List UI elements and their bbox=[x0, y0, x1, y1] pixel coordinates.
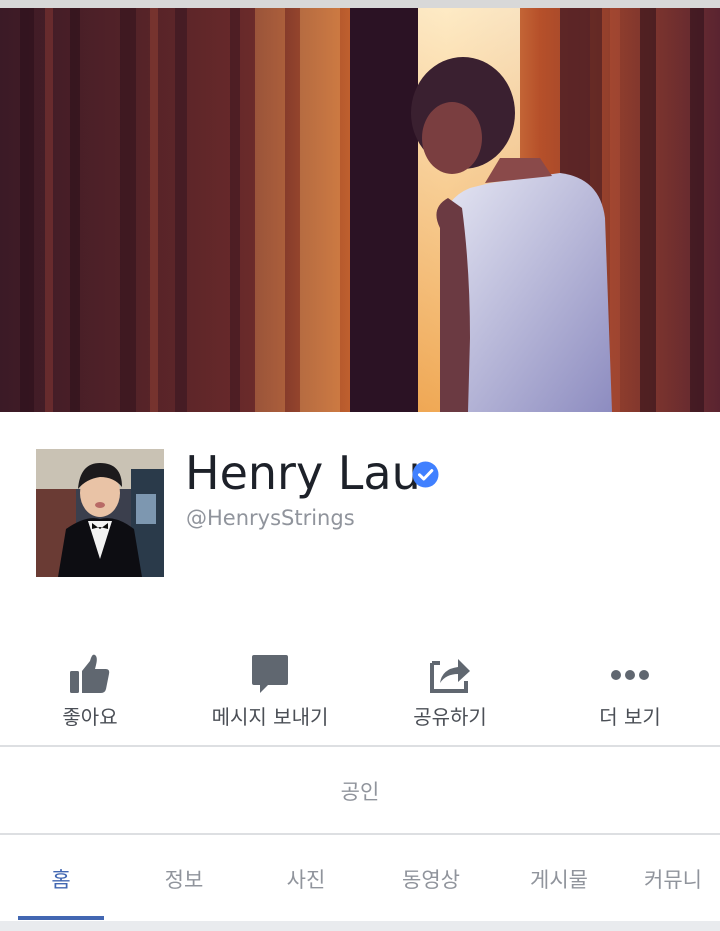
message-icon bbox=[246, 649, 294, 697]
share-button-label: 공유하기 bbox=[413, 705, 487, 729]
tab-community[interactable]: 커뮤니 bbox=[644, 864, 720, 904]
send-message-button[interactable]: 메시지 보내기 bbox=[180, 645, 360, 735]
active-tab-indicator bbox=[18, 916, 104, 920]
tab-home[interactable]: 홈 bbox=[18, 864, 104, 904]
tab-posts[interactable]: 게시물 bbox=[514, 864, 604, 904]
page-category: 공인 bbox=[340, 780, 380, 804]
profile-picture[interactable] bbox=[36, 449, 164, 577]
cover-photo[interactable] bbox=[0, 8, 720, 412]
like-button-label: 좋아요 bbox=[62, 705, 118, 729]
profile-picture-image bbox=[36, 449, 164, 577]
send-message-button-label: 메시지 보내기 bbox=[211, 705, 329, 729]
top-strip bbox=[0, 0, 720, 8]
bottom-strip bbox=[0, 921, 720, 931]
tab-videos[interactable]: 동영상 bbox=[386, 864, 476, 904]
more-icon bbox=[606, 649, 654, 697]
page-name: Henry Lau bbox=[185, 446, 421, 500]
page-handle: @HenrysStrings bbox=[186, 506, 355, 530]
like-button[interactable]: 좋아요 bbox=[0, 645, 180, 735]
thumbs-up-icon bbox=[66, 649, 114, 697]
cover-photo-image bbox=[0, 8, 720, 412]
divider bbox=[0, 833, 720, 835]
more-button-label: 더 보기 bbox=[599, 705, 661, 729]
verified-badge-icon bbox=[412, 461, 439, 488]
more-button[interactable]: 더 보기 bbox=[540, 645, 720, 735]
tab-about[interactable]: 정보 bbox=[140, 864, 228, 904]
tab-photos[interactable]: 사진 bbox=[262, 864, 350, 904]
divider bbox=[0, 745, 720, 747]
share-button[interactable]: 공유하기 bbox=[360, 645, 540, 735]
share-icon bbox=[426, 649, 474, 697]
